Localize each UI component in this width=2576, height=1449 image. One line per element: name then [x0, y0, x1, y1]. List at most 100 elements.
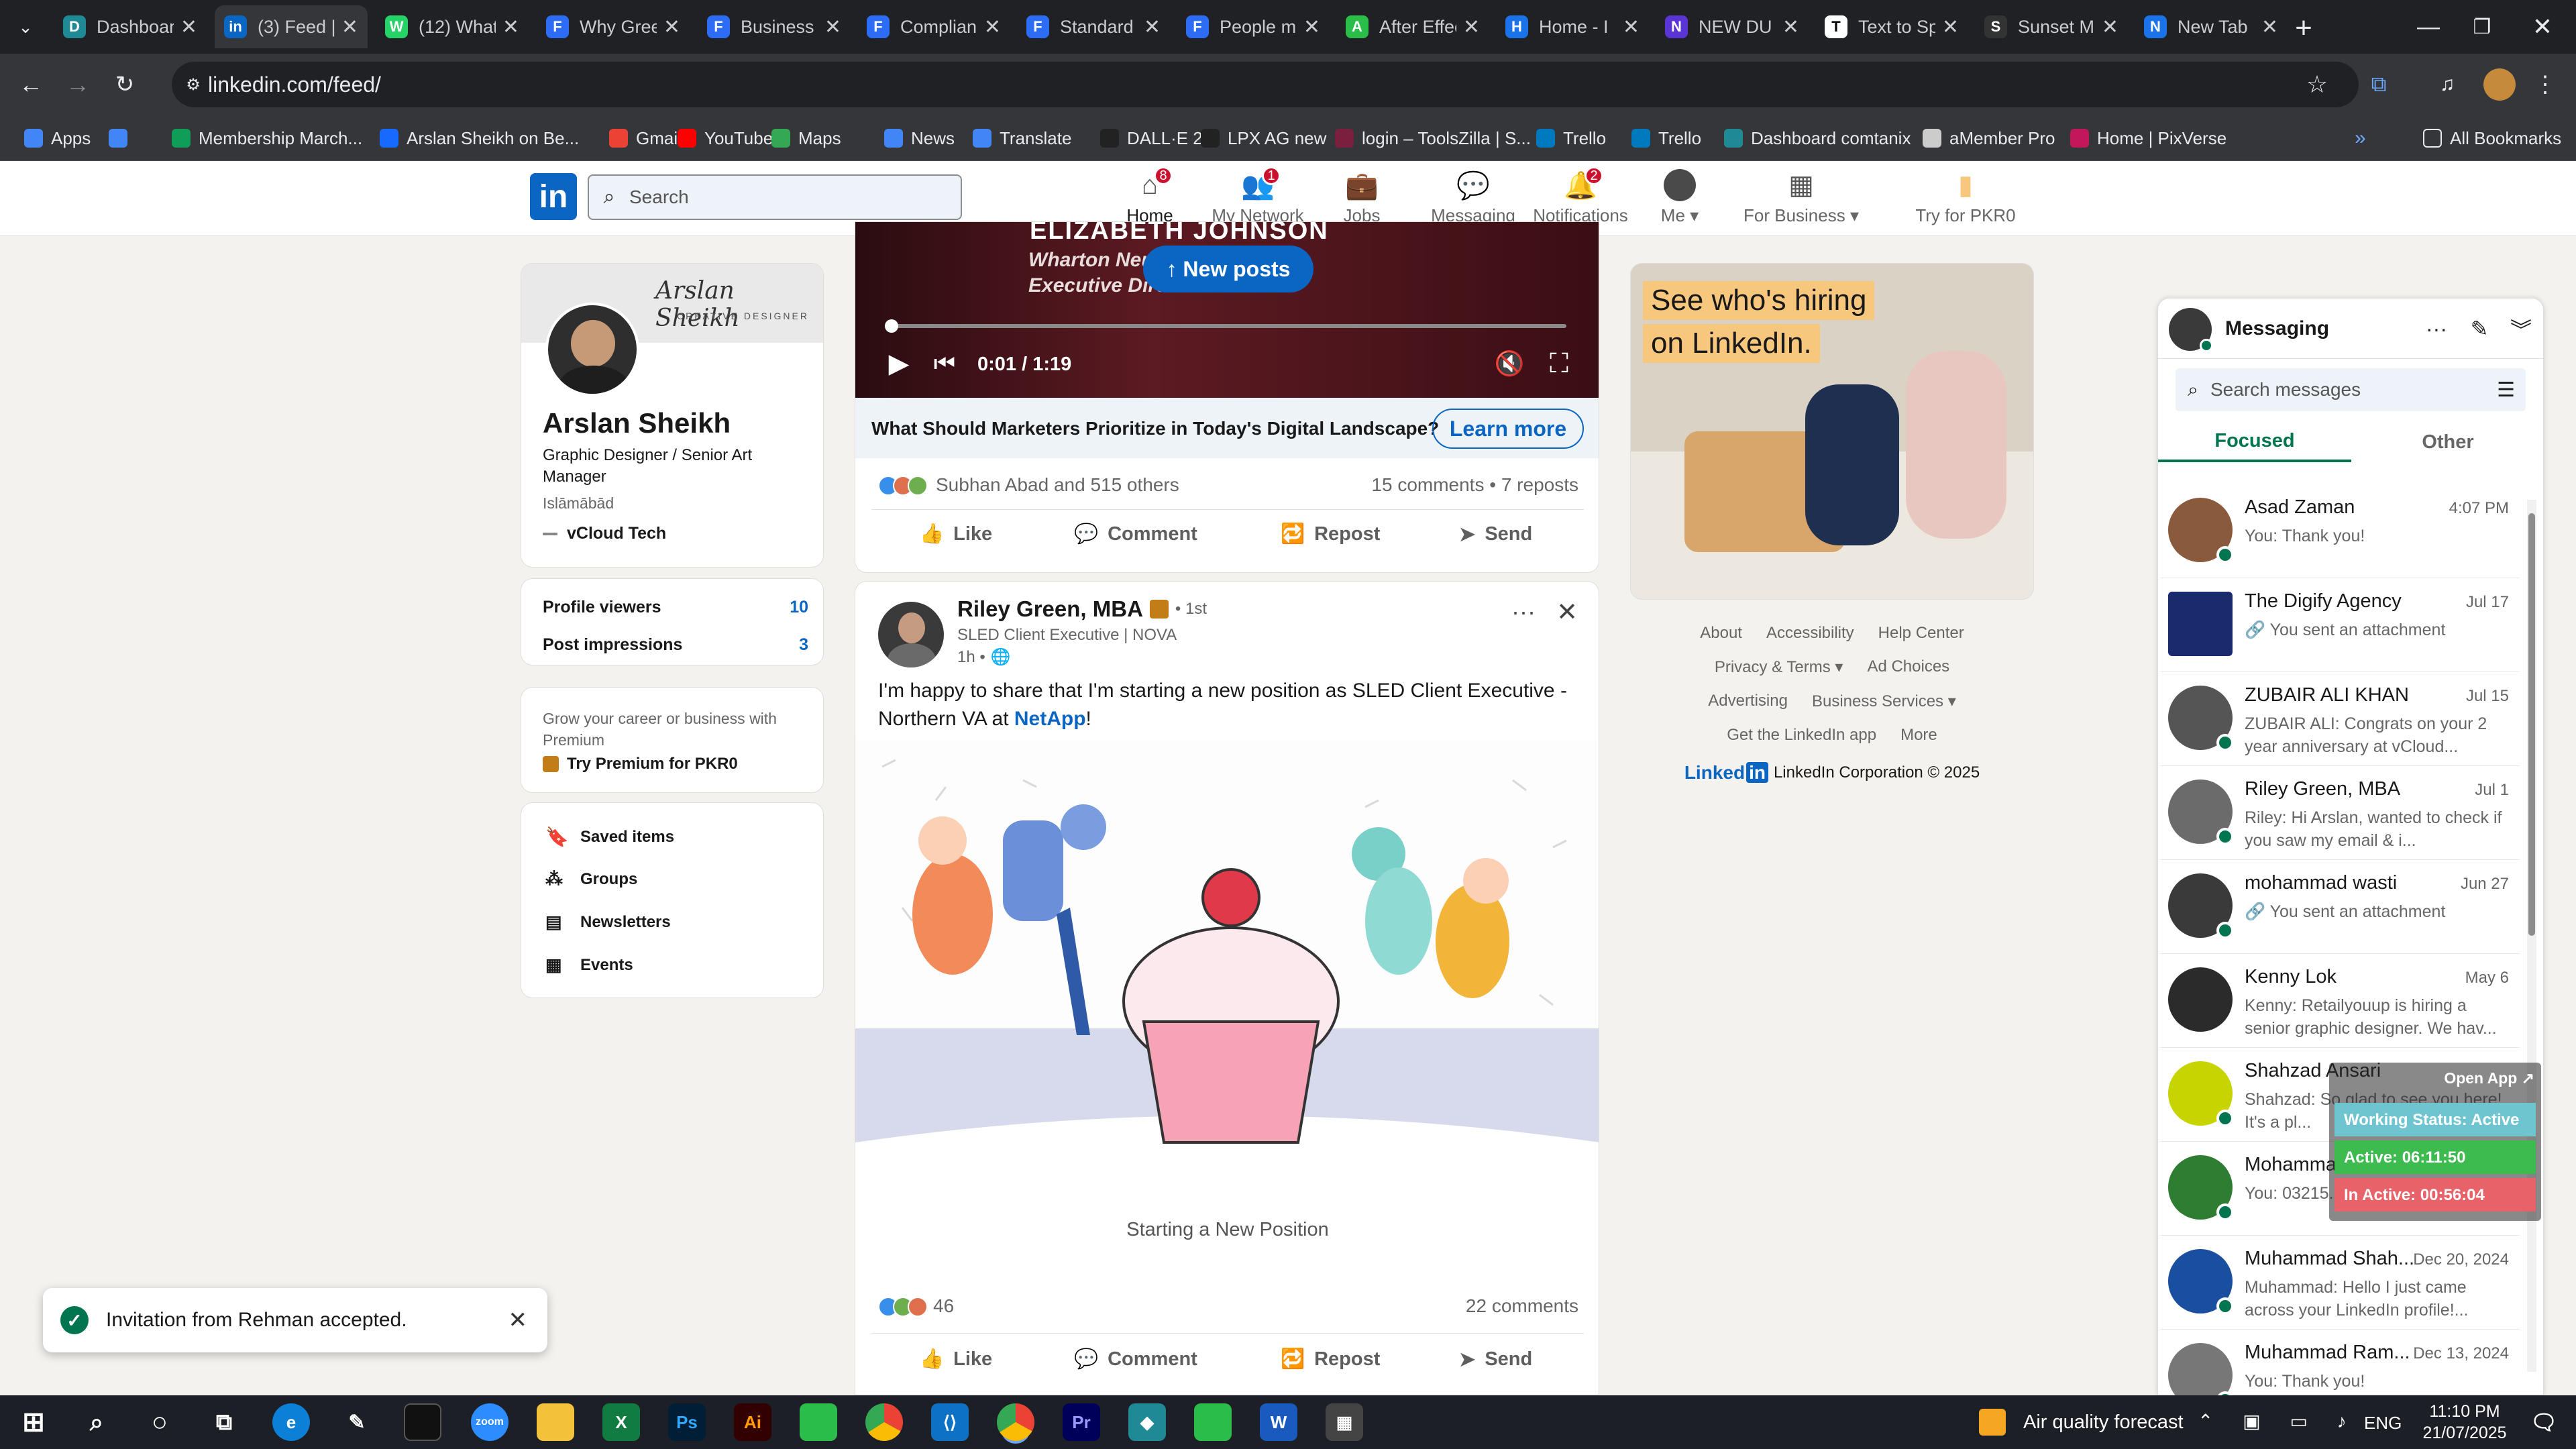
shortcut-groups[interactable]: ⁂ Groups: [545, 869, 637, 890]
stat-post-impressions[interactable]: Post impressions 3: [543, 635, 808, 655]
bookmark-item[interactable]: Membership March...: [172, 122, 362, 154]
bookmark-item[interactable]: Translate: [973, 122, 1071, 154]
bookmark-item[interactable]: Trello: [1536, 122, 1606, 154]
open-app-link[interactable]: Open App ↗: [2444, 1069, 2534, 1087]
shortcut-saved-items[interactable]: 🔖 Saved items: [545, 826, 674, 848]
tab-close-icon[interactable]: ✕: [1782, 15, 1799, 39]
author-name[interactable]: Riley Green, MBA • 1st: [957, 596, 1207, 622]
extensions-icon[interactable]: ⧉: [2363, 68, 2395, 101]
browser-tab[interactable]: T Text to Sp ✕: [1815, 5, 1968, 48]
word-icon[interactable]: W: [1260, 1403, 1297, 1441]
post-comment-button[interactable]: 💬 Comment: [1074, 1348, 1197, 1371]
bookmark-item[interactable]: login – ToolsZilla | S...: [1335, 122, 1531, 154]
mute-icon[interactable]: 🔇: [1493, 347, 1526, 380]
tab-search-icon[interactable]: ⌄: [12, 13, 39, 40]
illustrator-icon[interactable]: Ai: [734, 1403, 771, 1441]
tab-close-icon[interactable]: ✕: [984, 15, 1001, 39]
bookmark-item[interactable]: aMember Pro: [1923, 122, 2055, 154]
nav-my-network[interactable]: 👥 1 My Network: [1208, 166, 1308, 229]
browser-tab[interactable]: W (12) WhatsApp ✕: [376, 5, 529, 48]
messaging-menu-icon[interactable]: ···: [2421, 313, 2452, 344]
url-field[interactable]: ⚙ linkedin.com/feed/ ☆: [172, 62, 2359, 107]
file-explorer-icon[interactable]: [537, 1403, 574, 1441]
photoshop-icon[interactable]: Ps: [668, 1403, 706, 1441]
bookmark-item[interactable]: Trello: [1631, 122, 1701, 154]
footer-get-app[interactable]: Get the LinkedIn app: [1727, 726, 1876, 745]
conversation-item[interactable]: Riley Green, MBA Jul 1 Riley: Hi Arslan, w…: [2160, 766, 2520, 860]
video-progress-track[interactable]: [889, 324, 1566, 328]
bookmark-item[interactable]: News: [884, 122, 955, 154]
conversation-item[interactable]: Asad Zaman 4:07 PM You: Thank you!: [2160, 484, 2520, 578]
send-button[interactable]: ➤ Send: [1459, 523, 1532, 546]
post-menu-icon[interactable]: ···: [1503, 595, 1544, 629]
tab-close-icon[interactable]: ✕: [2261, 15, 2278, 39]
cortana-icon[interactable]: ○: [141, 1403, 178, 1441]
linkedin-search[interactable]: ⌕ Search: [588, 174, 962, 220]
post-image[interactable]: [855, 740, 1599, 1159]
premium-card[interactable]: Grow your career or business with Premiu…: [521, 687, 824, 793]
video-scrubber[interactable]: [885, 319, 898, 333]
notifications-icon[interactable]: 🗨: [2525, 1403, 2563, 1441]
conversation-item[interactable]: Muhammad Shah... Dec 20, 2024 Muhammad: He…: [2160, 1236, 2520, 1330]
tab-focused[interactable]: Focused: [2158, 422, 2351, 462]
media-icon[interactable]: ♫: [2431, 68, 2463, 101]
start-button[interactable]: ⊞: [15, 1403, 52, 1441]
bookmark-item[interactable]: [109, 122, 136, 154]
conversation-item[interactable]: Kenny Lok May 6 Kenny: Retailyouup is hiri…: [2160, 954, 2520, 1048]
post-reaction-icons[interactable]: [878, 1297, 932, 1318]
tab-close-icon[interactable]: ✕: [1623, 15, 1640, 39]
browser-tab[interactable]: N New Tab ✕: [2135, 5, 2288, 48]
tab-close-icon[interactable]: ✕: [1942, 15, 1959, 39]
tab-other[interactable]: Other: [2351, 422, 2543, 462]
forward-icon[interactable]: →: [62, 68, 94, 101]
pen-icon[interactable]: ✎: [338, 1403, 376, 1441]
shortcut-newsletters[interactable]: ▤ Newsletters: [545, 912, 671, 932]
bookmark-item[interactable]: Arslan Sheikh on Be...: [380, 122, 579, 154]
tab-close-icon[interactable]: ✕: [502, 15, 519, 39]
reload-icon[interactable]: ↻: [109, 68, 141, 101]
compose-icon[interactable]: ✎: [2464, 313, 2495, 344]
scrollbar-thumb[interactable]: [2528, 513, 2535, 936]
clock[interactable]: 11:10 PM 21/07/2025: [2418, 1401, 2512, 1444]
tab-close-icon[interactable]: ✕: [663, 15, 680, 39]
learn-more-button[interactable]: Learn more: [1432, 409, 1584, 449]
nav-me[interactable]: Me ▾: [1646, 168, 1713, 229]
browser-tab[interactable]: F People m ✕: [1177, 5, 1330, 48]
footer-privacy[interactable]: Privacy & Terms ▾: [1715, 657, 1843, 677]
footer-accessibility[interactable]: Accessibility: [1766, 624, 1854, 643]
profile-avatar[interactable]: [2483, 68, 2516, 101]
bookmark-item[interactable]: Apps: [24, 122, 91, 154]
terminal-icon[interactable]: [404, 1403, 441, 1441]
premiere-icon[interactable]: Pr: [1063, 1403, 1100, 1441]
play-icon[interactable]: ▶: [882, 347, 916, 380]
browser-tab[interactable]: D Dashboard ✕: [54, 5, 207, 48]
conversation-item[interactable]: mohammad wasti Jun 27 🔗 You sent an attach…: [2160, 860, 2520, 954]
green-app-icon[interactable]: [800, 1403, 837, 1441]
shortcut-events[interactable]: ▦ Events: [545, 955, 633, 975]
post-reactions-count[interactable]: 46: [933, 1295, 954, 1317]
browser-tab[interactable]: H Home - I ✕: [1496, 5, 1649, 48]
chrome-active-icon[interactable]: [997, 1403, 1034, 1441]
browser-tab[interactable]: in (3) Feed | LinkedIn ✕: [215, 5, 368, 48]
footer-ad-choices[interactable]: Ad Choices: [1867, 657, 1949, 677]
tab-close-icon[interactable]: ✕: [1463, 15, 1480, 39]
new-tab-button[interactable]: +: [2288, 11, 2320, 44]
netapp-link[interactable]: NetApp: [1014, 708, 1086, 730]
bookmark-item[interactable]: Dashboard comtanix: [1724, 122, 1911, 154]
collapse-chevron-icon[interactable]: ︾: [2506, 313, 2536, 344]
repost-button[interactable]: 🔁 Repost: [1281, 523, 1380, 545]
ad-headline-bar[interactable]: What Should Marketers Prioritize in Toda…: [855, 398, 1599, 458]
tab-close-icon[interactable]: ✕: [824, 15, 841, 39]
fullscreen-icon[interactable]: ⛶: [1542, 347, 1576, 380]
footer-business-services[interactable]: Business Services ▾: [1812, 692, 1956, 711]
excel-icon[interactable]: X: [602, 1403, 640, 1441]
minimize-button[interactable]: —: [2402, 7, 2455, 47]
post-comments-count[interactable]: 22 comments: [1466, 1295, 1578, 1317]
bookmark-item[interactable]: YouTube: [678, 122, 773, 154]
messaging-search[interactable]: ⌕ Search messages ☰: [2176, 368, 2526, 411]
author-avatar[interactable]: [878, 602, 944, 667]
nav-messaging[interactable]: 💬 Messaging: [1426, 168, 1520, 229]
messaging-header[interactable]: Messaging ··· ✎ ︾: [2158, 299, 2543, 359]
reactions-count[interactable]: Subhan Abad and 515 others: [936, 474, 1179, 496]
app-diamond-icon[interactable]: ◆: [1128, 1403, 1166, 1441]
